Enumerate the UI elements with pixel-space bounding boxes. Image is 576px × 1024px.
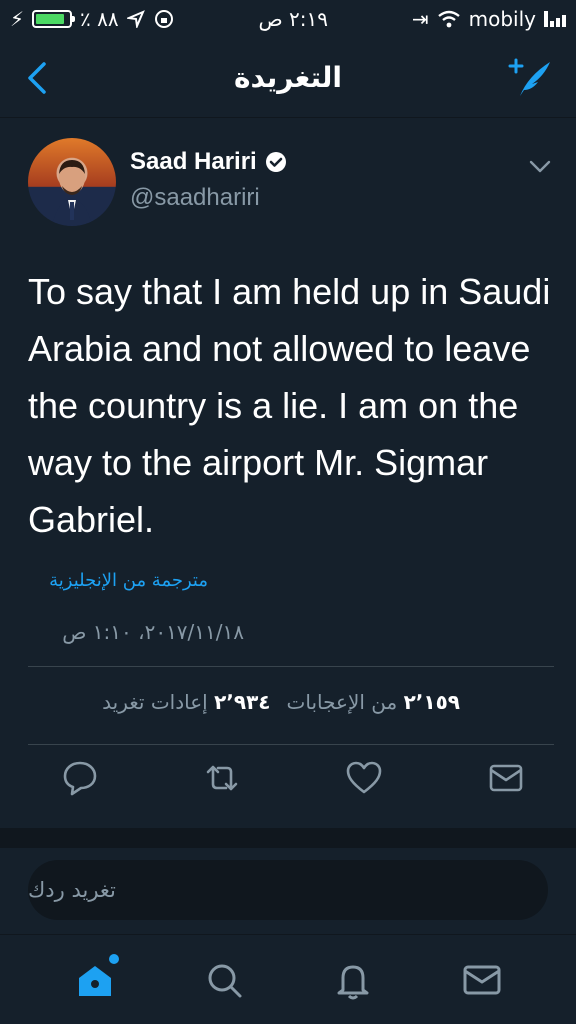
tab-messages[interactable] (460, 958, 504, 1002)
retweets-label: إعادات تغريد (102, 690, 208, 714)
back-icon[interactable] (20, 58, 60, 98)
tab-search[interactable] (202, 958, 246, 1002)
status-left: ⚡ ٪ ٨٨ (10, 7, 175, 31)
messages-icon (463, 965, 500, 994)
likes-count: ٢٬١٥٩ (403, 690, 460, 714)
section-separator (0, 828, 576, 848)
chevron-down-icon[interactable] (528, 154, 552, 178)
direct-message-icon[interactable] (486, 758, 526, 798)
home-icon (78, 965, 111, 996)
verified-icon (265, 152, 286, 172)
status-bar: ⚡ ٪ ٨٨ ٢:١٩ ص ⇥ mobily (0, 0, 576, 38)
tab-bar (0, 934, 576, 1024)
retweets-count: ٢٬٩٣٤ (214, 690, 271, 714)
tweet-stats: ٢٬١٥٩ من الإعجابات ٢٬٩٣٤ إعادات تغريد (102, 690, 460, 714)
hotspot-icon: ⇥ (411, 7, 429, 31)
retweets-stat[interactable]: ٢٬٩٣٤ إعادات تغريد (102, 690, 270, 714)
rotation-lock-icon (154, 10, 173, 28)
likes-label: من الإعجابات (286, 690, 398, 714)
tab-home[interactable] (73, 953, 119, 1002)
charging-icon: ⚡ (10, 7, 25, 31)
avatar-portrait (52, 160, 92, 226)
tab-notifications[interactable] (331, 958, 375, 1002)
tweet-text: To say that I am held up in Saudi Arabia… (28, 271, 551, 540)
author-handle[interactable]: @saadhariri (130, 184, 260, 212)
compose-tweet-icon[interactable] (506, 56, 556, 100)
translated-from-english-link[interactable]: مترجمة من الإنجليزية (49, 570, 208, 591)
battery-percent: ٪ ٨٨ (80, 7, 119, 31)
wifi-icon (437, 10, 460, 28)
status-time: ٢:١٩ ص (258, 7, 328, 31)
retweet-icon[interactable] (202, 758, 242, 798)
tweet-actions (60, 758, 526, 798)
page-title: التغريدة (234, 61, 342, 94)
carrier-name: mobily (468, 7, 536, 31)
notifications-icon (337, 965, 368, 999)
battery-icon (32, 10, 76, 28)
like-icon[interactable] (344, 758, 384, 798)
divider (28, 666, 554, 667)
divider (28, 744, 554, 745)
likes-stat[interactable]: ٢٬١٥٩ من الإعجابات (287, 690, 460, 714)
tweet-timestamp: ٢٠١٧/١١/١٨، ١:١٠ ص (62, 620, 244, 644)
avatar[interactable] (28, 138, 116, 226)
reply-input[interactable]: تغريد ردك (28, 860, 548, 920)
reply-icon[interactable] (60, 758, 100, 798)
status-right: ⇥ mobily (412, 7, 566, 31)
search-icon (208, 964, 241, 997)
unread-dot (108, 953, 119, 964)
author-name[interactable]: Saad Hariri (130, 148, 287, 176)
location-icon (126, 10, 145, 28)
battery-fill (36, 14, 65, 24)
nav-bar: التغريدة (0, 38, 576, 118)
signal-icon (543, 11, 566, 27)
author-name-text: Saad Hariri (130, 148, 257, 175)
